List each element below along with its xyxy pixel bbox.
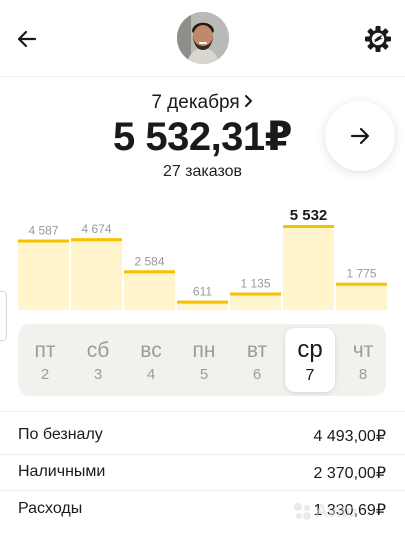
day-name: сб — [86, 339, 110, 362]
breakdown-row-cash: Наличными 2 370,00₽ — [18, 463, 386, 487]
day-date: 8 — [358, 366, 368, 383]
chevron-right-icon — [244, 92, 254, 114]
day-tab-сб[interactable]: сб 3 — [73, 328, 123, 392]
avito-logo-icon — [294, 503, 311, 520]
chart-bar[interactable] — [124, 270, 175, 310]
chart-bar[interactable] — [18, 239, 69, 310]
chart-data-label: 1 775 — [346, 267, 376, 281]
day-date: 3 — [93, 366, 103, 383]
day-date: 7 — [305, 367, 315, 384]
side-handle[interactable] — [0, 291, 7, 341]
breakdown-value: 2 370,00₽ — [313, 465, 386, 482]
day-name: вс — [140, 339, 162, 362]
next-button[interactable] — [325, 101, 395, 171]
chart-data-label: 4 587 — [28, 224, 58, 238]
settings-button[interactable] — [361, 22, 395, 56]
top-bar — [0, 0, 405, 77]
divider — [0, 490, 405, 491]
watermark-text: Avito — [315, 501, 357, 521]
day-name: ср — [297, 336, 323, 363]
breakdown-label: Наличными — [18, 463, 106, 480]
chart-bar-cap — [230, 292, 281, 296]
chart-data-label: 611 — [193, 285, 212, 299]
chart-data-label: 4 674 — [81, 222, 111, 236]
breakdown-value: 4 493,00₽ — [313, 428, 386, 445]
chart-bar-cap — [177, 300, 228, 304]
avatar-photo — [177, 12, 229, 64]
day-tab-вт[interactable]: вт 6 — [232, 328, 282, 392]
day-selector: пт 2 сб 3 вс 4 пн 5 вт 6 ср 7 чт 8 — [18, 324, 386, 396]
day-date: 2 — [40, 366, 50, 383]
chart-bar[interactable] — [336, 282, 387, 310]
gear-icon — [365, 26, 391, 52]
day-name: вт — [246, 339, 268, 362]
chart-data-label: 2 584 — [134, 254, 164, 268]
day-date: 4 — [146, 366, 156, 383]
chart-bar-cap — [124, 270, 175, 274]
chart-data-label: 1 135 — [240, 277, 270, 291]
day-date: 5 — [199, 366, 209, 383]
day-name: пт — [34, 339, 56, 362]
day-tab-пт[interactable]: пт 2 — [20, 328, 70, 392]
avatar[interactable] — [177, 12, 229, 64]
day-name: пн — [192, 339, 216, 362]
arrow-right-icon — [350, 127, 370, 145]
chart-bar-cap — [71, 238, 122, 242]
day-tab-чт[interactable]: чт 8 — [338, 328, 388, 392]
chart-bar-cap — [18, 239, 69, 243]
day-tab-ср[interactable]: ср 7 — [285, 328, 335, 392]
breakdown-label: Расходы — [18, 500, 83, 517]
chart-data-label: 5 532 — [290, 207, 328, 224]
day-tab-вс[interactable]: вс 4 — [126, 328, 176, 392]
arrow-left-icon — [17, 30, 37, 48]
breakdown-row-cashless: По безналу 4 493,00₽ — [18, 426, 386, 450]
day-name: чт — [352, 339, 374, 362]
breakdown-label: По безналу — [18, 426, 103, 443]
chart-bar-cap — [283, 225, 334, 228]
chart-bar[interactable] — [283, 225, 334, 310]
divider — [0, 411, 405, 412]
back-button[interactable] — [12, 24, 42, 54]
watermark: Avito — [293, 496, 393, 526]
divider — [0, 454, 405, 455]
day-date: 6 — [252, 366, 262, 383]
earnings-bar-chart: 4 587 4 674 2 584 611 1 135 5 532 1 775 — [18, 207, 387, 310]
day-tab-пн[interactable]: пн 5 — [179, 328, 229, 392]
chart-bar-cap — [336, 282, 387, 286]
chart-bar[interactable] — [71, 238, 122, 310]
date-label: 7 декабря — [151, 92, 240, 113]
